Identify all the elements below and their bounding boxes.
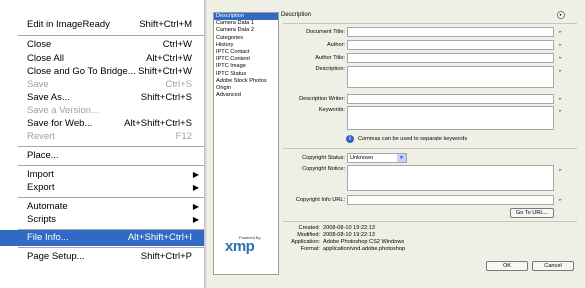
flyout-menu-icon[interactable]: ▸ [557,11,565,19]
menu-item-label: Place... [27,150,59,161]
document-title-label: Document Title: [306,29,345,35]
menu-item-place[interactable]: Place... [0,148,204,164]
category-item-iptc-image[interactable]: IPTC Image [214,63,278,70]
created-label: Created: [298,225,320,231]
keywords-field[interactable] [347,106,554,130]
section-divider [283,221,577,222]
file-info-dialog: Description Camera Data 1 Camera Data 2 … [207,0,585,288]
submenu-arrow-icon: ▶ [192,215,199,224]
menu-item-edit-in-imageready[interactable]: Edit in ImageReady Shift+Ctrl+M [0,17,204,33]
menu-item-shortcut: Alt+Shift+Ctrl+I [127,232,192,243]
menu-item-label: Revert [27,131,55,142]
application-label: Application: [291,239,320,245]
cancel-button[interactable]: Cancel [532,261,574,271]
menu-item-label: File Info... [27,232,69,243]
xmp-logo: Powered By xmp [225,235,269,257]
modified-label: Modified: [297,232,320,238]
category-item-camera-data-2[interactable]: Camera Data 2 [214,27,278,34]
description-field[interactable] [347,66,554,88]
menu-item-label: Export [27,182,55,193]
copyright-status-label: Copyright Status: [302,155,345,161]
menu-item-export[interactable]: Export ▶ [0,180,204,196]
keywords-dropdown-icon[interactable]: ▸ [557,108,564,115]
section-divider [283,148,577,149]
modified-value: 2008-08-10 19:22:13 [323,232,375,238]
category-item-camera-data-1[interactable]: Camera Data 1 [214,20,278,27]
format-label: Format: [300,246,320,252]
author-field[interactable] [347,40,554,50]
author-title-field[interactable] [347,53,554,63]
description-label: Description: [315,66,345,72]
menu-item-shortcut: Shift+Ctrl+P [140,251,192,262]
category-item-iptc-contact[interactable]: IPTC Contact [214,49,278,56]
category-item-iptc-content[interactable]: IPTC Content [214,56,278,63]
menu-separator [18,247,204,248]
menu-item-revert: Revert F12 [0,129,204,145]
author-dropdown-icon[interactable]: ▸ [557,42,564,49]
menu-item-label: Page Setup... [27,251,85,262]
section-divider [283,23,577,24]
copyright-notice-field[interactable] [347,165,554,191]
copyright-status-select[interactable]: Unknown ▼ [347,153,407,163]
category-item-adobe-stock-photos[interactable]: Adobe Stock Photos [214,78,278,85]
copyright-notice-dropdown-icon[interactable]: ▸ [557,167,564,174]
application-value: Adobe Photoshop CS2 Windows [323,239,405,245]
file-menu: Edit in ImageReady Shift+Ctrl+M Close Ct… [0,0,207,288]
author-title-label: Author Title: [315,55,345,61]
copyright-info-url-label: Copyright Info URL: [295,197,345,203]
document-title-dropdown-icon[interactable]: ▸ [557,29,564,36]
xmp-logo-text: xmp [225,238,255,255]
category-item-description[interactable]: Description [214,13,278,21]
format-value: application/vnd.adobe.photoshop [323,246,406,252]
info-icon: i [346,135,354,143]
menu-separator [18,165,204,166]
menu-item-label: Scripts [27,214,57,225]
chevron-down-icon[interactable]: ▼ [397,154,406,162]
menu-item-shortcut: Shift+Ctrl+M [139,19,192,30]
submenu-arrow-icon: ▶ [192,183,199,192]
menu-item-label: Edit in ImageReady [27,19,110,30]
copyright-notice-label: Copyright Notice: [302,166,345,172]
menu-separator [18,35,204,36]
menu-separator [18,197,204,198]
section-title: Description [281,12,312,18]
keywords-hint: Commas can be used to separate keywords [358,136,468,142]
category-item-origin[interactable]: Origin [214,85,278,92]
category-item-advanced[interactable]: Advanced [214,92,278,99]
category-item-iptc-status[interactable]: IPTC Status [214,71,278,78]
copyright-info-url-dropdown-icon[interactable]: ▸ [557,197,564,204]
menu-separator [18,146,204,147]
keywords-label: Keywords: [318,107,345,113]
copyright-status-value: Unknown [350,155,374,161]
document-title-field[interactable] [347,27,554,37]
menu-item-shortcut: F12 [175,131,192,142]
description-writer-dropdown-icon[interactable]: ▸ [557,96,564,103]
author-label: Author: [326,42,345,48]
ok-button[interactable]: OK [486,261,528,271]
menu-item-file-info[interactable]: File Info... Alt+Shift+Ctrl+I [0,230,204,246]
category-item-categories[interactable]: Categories [214,35,278,42]
description-writer-field[interactable] [347,94,554,104]
author-title-dropdown-icon[interactable]: ▸ [557,55,564,62]
menu-item-page-setup[interactable]: Page Setup... Shift+Ctrl+P [0,249,204,265]
category-item-history[interactable]: History [214,42,278,49]
created-value: 2008-08-10 19:22:13 [323,225,375,231]
description-dropdown-icon[interactable]: ▸ [557,68,564,75]
description-writer-label: Description Writer: [299,96,345,102]
copyright-info-url-field[interactable] [347,195,554,205]
go-to-url-button[interactable]: Go To URL... [510,208,554,218]
menu-item-scripts[interactable]: Scripts ▶ [0,212,204,228]
